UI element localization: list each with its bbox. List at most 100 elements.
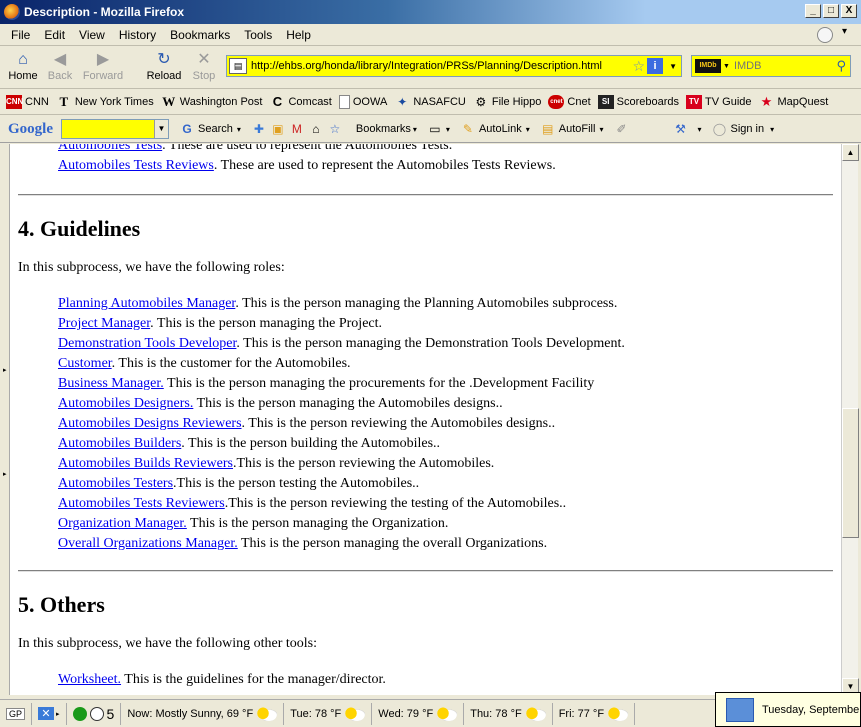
role-link[interactable]: Automobiles Builders: [58, 436, 181, 451]
chevron-down-icon[interactable]: ▾: [237, 125, 241, 134]
menu-tools[interactable]: Tools: [237, 28, 279, 42]
status-icons[interactable]: 5: [67, 702, 122, 725]
chevron-down-icon[interactable]: ▼: [154, 120, 168, 138]
stop-button[interactable]: ✕ Stop: [190, 50, 218, 82]
chevron-down-icon[interactable]: ▾: [599, 125, 603, 134]
tool-link[interactable]: Worksheet.: [58, 672, 121, 687]
toolbar-tools-group[interactable]: ✚ ▣ M ⌂ ☆: [251, 121, 346, 137]
google-search-input[interactable]: ▼: [61, 119, 169, 139]
bookmark-mapquest[interactable]: ★ MapQuest: [759, 95, 829, 109]
menu-help[interactable]: Help: [279, 28, 318, 42]
autofill-button[interactable]: ▤ AutoFill ▾: [540, 121, 603, 137]
weather-wed[interactable]: Wed: 79 °F: [372, 702, 465, 725]
settings-button[interactable]: ⚒ ▾: [672, 121, 701, 137]
bookmark-nytimes[interactable]: T New York Times: [56, 95, 154, 109]
role-link[interactable]: Automobiles Testers: [58, 476, 173, 491]
role-description: .This is the person testing the Automobi…: [173, 476, 420, 491]
bookmark-nasafcu[interactable]: ✦ NASAFCU: [394, 95, 466, 109]
bookmark-file-hippo[interactable]: ⚙ File Hippo: [473, 95, 541, 109]
weather-thu[interactable]: Thu: 78 °F: [464, 702, 553, 725]
role-link[interactable]: Project Manager: [58, 316, 150, 331]
weather-now[interactable]: Now: Mostly Sunny, 69 °F: [121, 702, 285, 725]
bookmark-star-icon[interactable]: ☆: [633, 58, 646, 75]
section-intro: In this subprocess, we have the followin…: [18, 636, 318, 651]
vertical-scrollbar[interactable]: ▲ ▼: [841, 144, 859, 695]
wapo-icon: W: [162, 94, 176, 109]
menu-bookmarks[interactable]: Bookmarks: [163, 28, 237, 42]
minimize-button[interactable]: _: [805, 4, 821, 18]
role-link[interactable]: Demonstration Tools Developer: [58, 336, 236, 351]
role-link[interactable]: Automobiles Builds Reviewers: [58, 456, 233, 471]
role-link[interactable]: Planning Automobiles Manager: [58, 296, 235, 311]
role-link[interactable]: Automobiles Tests Reviews: [58, 158, 214, 173]
menu-edit[interactable]: Edit: [37, 28, 72, 42]
role-link[interactable]: Automobiles Tests: [58, 144, 162, 153]
bookmark-comcast[interactable]: C Comcast: [269, 95, 332, 109]
chevron-down-icon[interactable]: ▾: [526, 125, 530, 134]
search-input[interactable]: [733, 60, 834, 72]
list-item: Automobiles Builders. This is the person…: [18, 434, 833, 454]
addon-indicator[interactable]: ✕ ▸: [32, 702, 67, 725]
count-label: 5: [106, 705, 115, 722]
close-button[interactable]: X: [841, 4, 857, 18]
menu-view[interactable]: View: [72, 28, 112, 42]
chevron-down-icon[interactable]: ▾: [413, 125, 417, 134]
list-item: Automobiles Designs Reviewers. This is t…: [18, 414, 833, 434]
chevron-down-icon[interactable]: ▾: [697, 125, 701, 134]
menu-file[interactable]: File: [4, 28, 37, 42]
search-magnifier-icon[interactable]: ⚲: [836, 58, 846, 74]
list-item: Demonstration Tools Developer. This is t…: [18, 334, 833, 354]
cnet-icon: cnet: [548, 95, 565, 109]
scroll-thumb[interactable]: [842, 408, 859, 538]
role-link[interactable]: Automobiles Tests Reviewers: [58, 496, 225, 511]
engine-dropdown-icon[interactable]: ▼: [723, 63, 730, 70]
role-link[interactable]: Automobiles Designers.: [58, 396, 193, 411]
back-button[interactable]: ◀ Back: [44, 50, 76, 82]
google-bookmarks-label: Bookmarks: [355, 123, 411, 135]
url-dropdown-icon[interactable]: ▼: [669, 62, 677, 71]
section-heading-guidelines: 4. Guidelines: [18, 216, 141, 241]
maximize-button[interactable]: □: [823, 4, 839, 18]
autolink-button[interactable]: ✎ AutoLink ▾: [460, 121, 530, 137]
bookmark-cnn[interactable]: CNN CNN: [6, 95, 49, 109]
weather-tue[interactable]: Tue: 78 °F: [284, 702, 373, 725]
title-bar: Description - Mozilla Firefox _ □ X: [0, 0, 861, 24]
bookmark-tv-guide[interactable]: TV TV Guide: [686, 95, 752, 109]
role-link[interactable]: Customer: [58, 356, 112, 371]
scroll-up-arrow-icon[interactable]: ▲: [842, 144, 859, 161]
reload-button[interactable]: ↻ Reload: [144, 50, 184, 82]
sidebar-splitter[interactable]: ▸ ▸: [0, 144, 10, 695]
imdb-icon[interactable]: IMDb: [695, 59, 721, 73]
forward-button[interactable]: ▶ Forward: [80, 50, 126, 82]
translate-button[interactable]: ▭ ▾: [427, 121, 450, 137]
sign-in-button[interactable]: ◯ Sign in ▾: [711, 121, 774, 137]
weather-fri[interactable]: Fri: 77 °F: [553, 702, 636, 725]
back-arrow-icon: ◀: [53, 51, 67, 68]
role-link[interactable]: Overall Organizations Manager.: [58, 536, 238, 551]
pen-button[interactable]: ✐: [613, 121, 632, 137]
chevron-down-icon[interactable]: ▾: [446, 125, 450, 134]
bookmark-oowa[interactable]: OOWA: [338, 95, 387, 109]
google-logo: Google: [8, 121, 53, 138]
role-description: . These are used to represent the Automo…: [162, 144, 453, 153]
role-link[interactable]: Business Manager.: [58, 376, 164, 391]
google-search-button[interactable]: G Search ▾: [179, 121, 241, 137]
role-link[interactable]: Organization Manager.: [58, 516, 187, 531]
gp-indicator[interactable]: GP: [0, 702, 33, 725]
role-description: . This is the person managing the Projec…: [150, 316, 383, 331]
section-intro: In this subprocess, we have the followin…: [18, 260, 285, 275]
role-link[interactable]: Automobiles Designs Reviewers: [58, 416, 242, 431]
bookmark-scoreboards[interactable]: SI Scoreboards: [597, 95, 679, 109]
info-icon[interactable]: i: [647, 58, 664, 74]
google-bookmarks-button[interactable]: Bookmarks ▾: [356, 123, 417, 135]
address-bar[interactable]: ▤ http://ehbs.org/honda/library/Integrat…: [226, 55, 682, 77]
menu-history[interactable]: History: [112, 28, 163, 42]
role-description: This is the person managing the overall …: [237, 536, 548, 551]
search-bar[interactable]: IMDb ▼ ⚲: [691, 55, 851, 77]
chevron-down-icon[interactable]: ▾: [842, 26, 847, 37]
bookmark-cnet[interactable]: cnet Cnet: [548, 95, 591, 109]
bookmark-washington-post[interactable]: W Washington Post: [161, 94, 262, 109]
url-text[interactable]: http://ehbs.org/honda/library/Integratio…: [251, 60, 633, 72]
chevron-down-icon[interactable]: ▾: [770, 125, 774, 134]
home-button[interactable]: ⌂ Home: [6, 50, 40, 82]
